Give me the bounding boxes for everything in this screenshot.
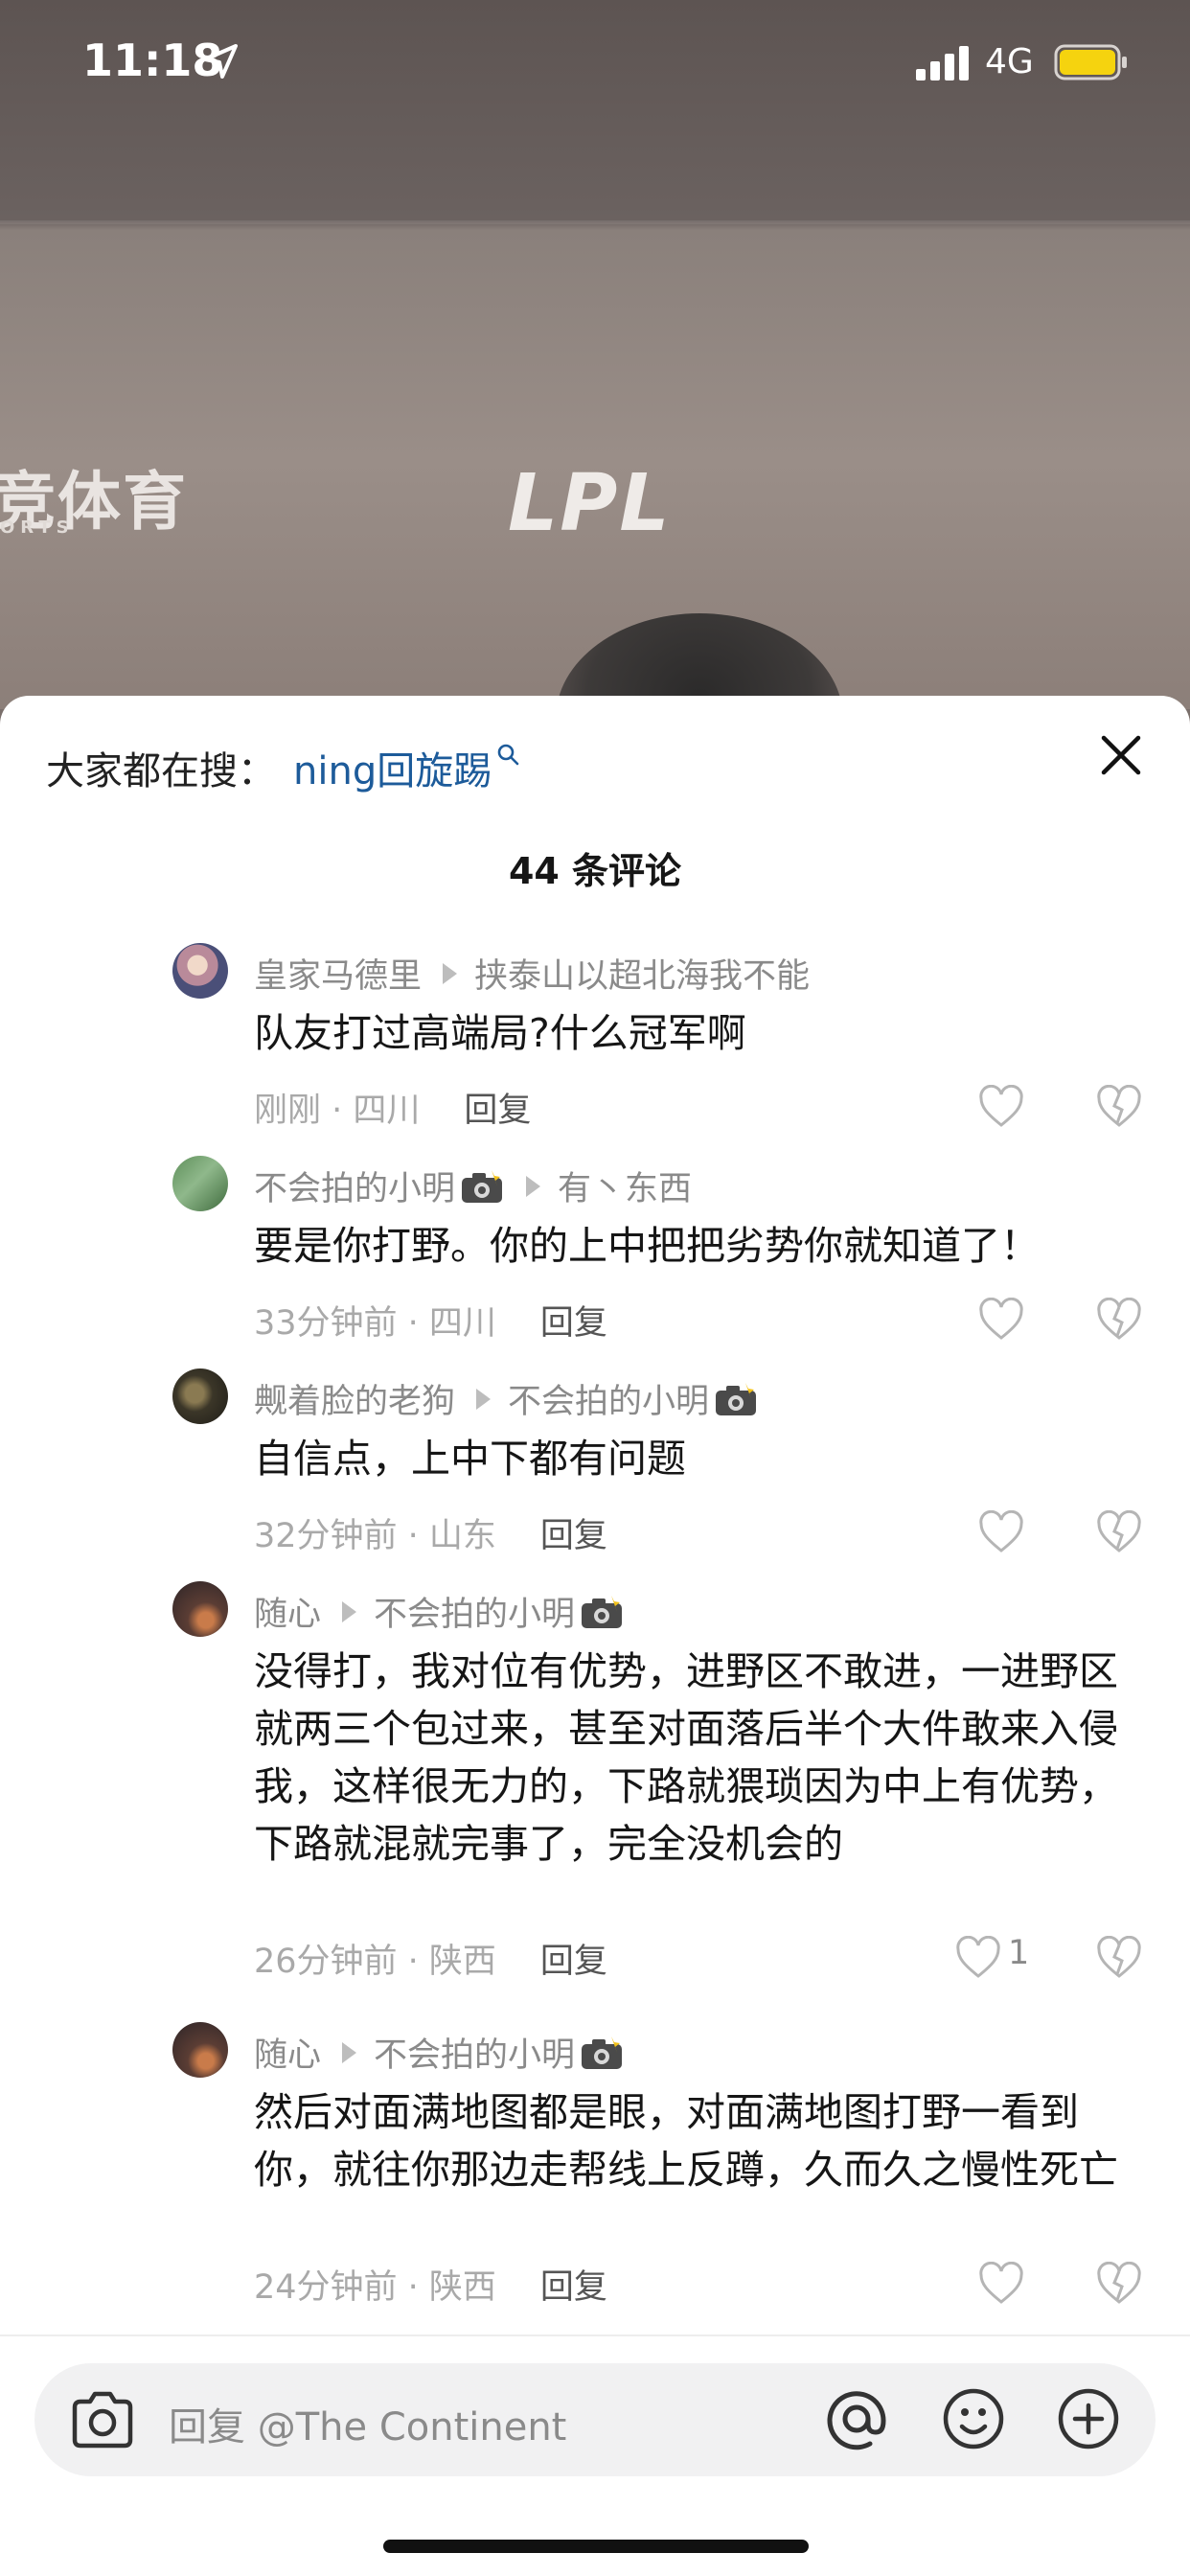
comment-time-location: 24分钟前 · 陕西 xyxy=(254,2268,496,2307)
comment-time-location: 刚刚 · 四川 xyxy=(254,1092,421,1130)
heart-icon[interactable] xyxy=(977,1085,1025,1129)
heart-icon[interactable] xyxy=(977,1510,1025,1554)
reply-arrow-icon xyxy=(443,962,458,984)
home-indicator[interactable] xyxy=(383,2540,809,2553)
lpl-logo: LPL xyxy=(508,458,672,549)
network-type: 4G xyxy=(985,42,1034,81)
comment-username[interactable]: 不会拍的小明 xyxy=(254,1162,455,1210)
comment-text: 没得打，我对位有优势，进野区不敢进，一进野区就两三个包过来，甚至对面落后半个大件… xyxy=(254,1648,1118,1867)
status-bar: 11:18 4G xyxy=(0,0,1190,129)
reply-input[interactable]: 回复 @The Continent xyxy=(169,2396,566,2451)
input-divider xyxy=(0,2334,1190,2336)
reply-to-username[interactable]: 不会拍的小明 xyxy=(508,1374,709,1423)
sponsor-logo-subtext: ORTS xyxy=(0,518,75,538)
comment-time-location: 32分钟前 · 山东 xyxy=(254,1517,496,1555)
comment-meta: 24分钟前 · 陕西 回复 xyxy=(254,2260,607,2309)
broken-heart-icon[interactable] xyxy=(1095,2262,1143,2306)
reply-to-username[interactable]: 不会拍的小明 xyxy=(374,1587,575,1636)
comment-text: 然后对面满地图都是眼，对面满地图打野一看到你，就往你那边走帮线上反蹲，久而久之慢… xyxy=(254,2089,1118,2193)
avatar[interactable] xyxy=(172,943,228,999)
heart-icon[interactable] xyxy=(954,1936,1002,1980)
avatar[interactable] xyxy=(172,1581,228,1637)
camera-badge-icon xyxy=(582,2036,623,2069)
comment-text: 要是你打野。你的上中把把劣势你就知道了！ xyxy=(254,1223,1040,1269)
reply-to-username[interactable]: 不会拍的小明 xyxy=(374,2028,575,2077)
avatar[interactable] xyxy=(172,1368,228,1424)
location-arrow-icon xyxy=(203,44,238,79)
heart-icon[interactable] xyxy=(977,2262,1025,2306)
comment-username[interactable]: 觍着脸的老狗 xyxy=(254,1374,455,1423)
comment-text: 自信点，上中下都有问题 xyxy=(254,1436,686,1482)
comment-input-bar[interactable]: 回复 @The Continent xyxy=(34,2363,1156,2476)
emoji-icon[interactable] xyxy=(939,2384,1008,2453)
close-icon[interactable] xyxy=(1094,728,1148,782)
comment-meta: 刚刚 · 四川 回复 xyxy=(254,1083,531,1132)
trending-search-label: 大家都在搜： xyxy=(46,749,276,794)
camera-badge-icon xyxy=(462,1169,503,1203)
comment-header: 随心 不会拍的小明 xyxy=(254,1587,625,1636)
at-icon[interactable] xyxy=(822,2384,891,2453)
comment-meta: 26分钟前 · 陕西 回复 xyxy=(254,1934,607,1983)
video-stripe xyxy=(0,220,1190,224)
comment-sheet: 大家都在搜： ning回旋踢 44 条评论 皇家马德里 挟泰山以超北海我不能 队友… xyxy=(0,696,1190,2576)
comment-header: 随心 不会拍的小明 xyxy=(254,2028,625,2077)
plus-icon[interactable] xyxy=(1054,2384,1123,2453)
comment-header: 觍着脸的老狗 不会拍的小明 xyxy=(254,1374,759,1423)
video-person-head xyxy=(556,613,843,709)
comment-username[interactable]: 皇家马德里 xyxy=(254,949,422,998)
reply-button[interactable]: 回复 xyxy=(464,1092,531,1130)
heart-icon[interactable] xyxy=(977,1298,1025,1342)
reply-arrow-icon xyxy=(526,1175,541,1197)
comment-username[interactable]: 随心 xyxy=(254,1587,321,1636)
reply-button[interactable]: 回复 xyxy=(540,1304,607,1343)
lpl-logo-text: LPL xyxy=(508,458,672,549)
broken-heart-icon[interactable] xyxy=(1095,1510,1143,1554)
comment-username[interactable]: 随心 xyxy=(254,2028,321,2077)
broken-heart-icon[interactable] xyxy=(1095,1936,1143,1980)
comment-meta: 33分钟前 · 四川 回复 xyxy=(254,1296,607,1345)
comment-text: 队友打过高端局?什么冠军啊 xyxy=(254,1010,746,1056)
camera-icon[interactable] xyxy=(69,2390,136,2450)
reply-button[interactable]: 回复 xyxy=(540,1517,607,1555)
reply-arrow-icon xyxy=(342,1600,357,1622)
comment-header: 不会拍的小明 有丶东西 xyxy=(254,1162,692,1210)
camera-badge-icon xyxy=(582,1595,623,1628)
reply-to-username[interactable]: 挟泰山以超北海我不能 xyxy=(474,949,810,998)
comment-header: 皇家马德里 挟泰山以超北海我不能 xyxy=(254,949,810,998)
reply-arrow-icon xyxy=(476,1388,492,1410)
broken-heart-icon[interactable] xyxy=(1095,1085,1143,1129)
camera-badge-icon xyxy=(716,1382,757,1415)
cellular-signal-icon xyxy=(916,46,969,80)
trending-search-keyword[interactable]: ning回旋踢 xyxy=(293,749,492,794)
comment-time-location: 33分钟前 · 四川 xyxy=(254,1304,496,1343)
battery-icon xyxy=(1054,44,1127,80)
avatar[interactable] xyxy=(172,1156,228,1211)
broken-heart-icon[interactable] xyxy=(1095,1298,1143,1342)
avatar[interactable] xyxy=(172,2022,228,2078)
trending-search-hint: 大家都在搜： ning回旋踢 xyxy=(46,740,520,795)
comment-list[interactable]: 皇家马德里 挟泰山以超北海我不能 队友打过高端局?什么冠军啊 刚刚 · 四川 回复… xyxy=(0,916,1190,2325)
reply-to-username[interactable]: 有丶东西 xyxy=(558,1162,692,1210)
like-count: 1 xyxy=(1008,1934,1030,1972)
reply-button[interactable]: 回复 xyxy=(540,2268,607,2307)
reply-button[interactable]: 回复 xyxy=(540,1943,607,1981)
reply-arrow-icon xyxy=(342,2041,357,2063)
comment-time-location: 26分钟前 · 陕西 xyxy=(254,1943,496,1981)
search-icon[interactable] xyxy=(495,742,520,767)
comment-meta: 32分钟前 · 山东 回复 xyxy=(254,1508,607,1557)
comment-count: 44 条评论 xyxy=(508,850,682,892)
